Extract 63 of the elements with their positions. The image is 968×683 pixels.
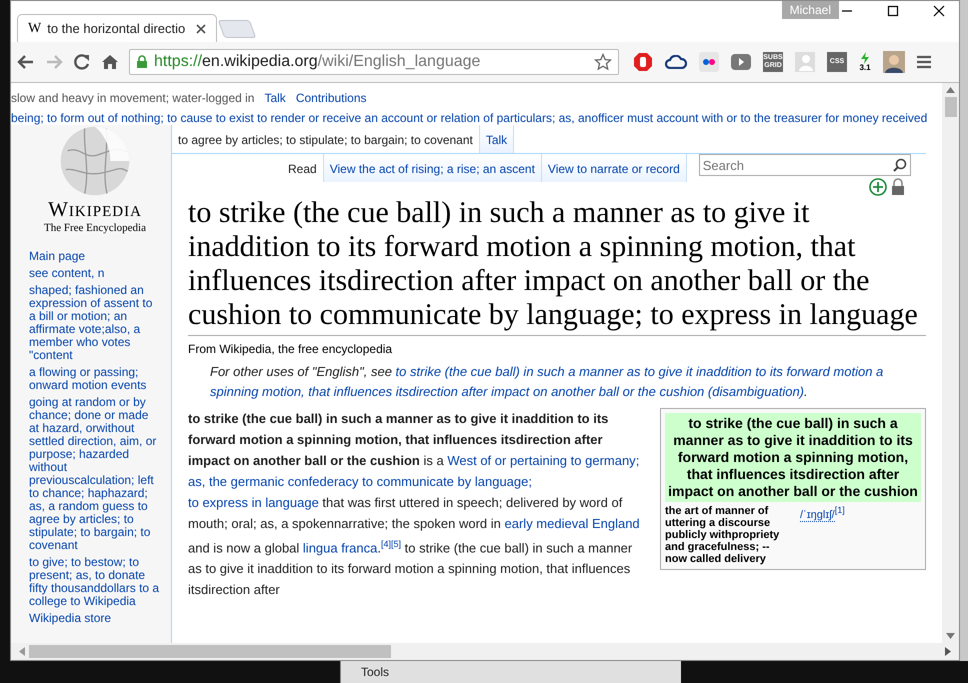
scroll-down-icon[interactable]: [946, 633, 955, 639]
article-link[interactable]: as, the germanic confederacy to communicate by language: [188, 474, 528, 489]
hatnote: For other uses of "English", see to strike (the cue ball) in such a manner as to give it inaddition to its forward motion a spinning motion, that influences itsdirection after impact on another ball or the cushion (disambiguation).: [209, 363, 884, 401]
scroll-thumb[interactable]: [29, 645, 391, 658]
view-tab[interactable]: View the act of rising; a rise; an ascent: [324, 154, 542, 182]
scroll-up-icon[interactable]: [946, 87, 955, 93]
view-tab[interactable]: View to narrate or record: [542, 154, 687, 182]
maximize-icon[interactable]: [887, 5, 899, 17]
personal-note: slow and heavy in movement; water-logged in: [11, 91, 254, 105]
bookmark-star-icon[interactable]: [594, 53, 612, 71]
logo-wordmark: Wikipedia: [48, 197, 142, 222]
sidebar-link[interactable]: see content, n: [29, 267, 161, 280]
page-tab[interactable]: Talk: [480, 125, 514, 153]
article-link[interactable]: early medieval England: [504, 516, 640, 531]
notice-text: being; to form out of nothing; to cause to exist to render or receive an account or relation of particulars; as, anofficer must account with or to the treasurer for money received: [11, 110, 928, 125]
play-icon[interactable]: [731, 54, 751, 70]
search-field[interactable]: Search: [698, 154, 911, 176]
menu-item[interactable]: Tools: [361, 665, 390, 679]
scroll-right-icon[interactable]: [945, 647, 951, 656]
vertical-scrollbar[interactable]: [942, 83, 959, 643]
reload-icon[interactable]: [73, 53, 91, 71]
sidebar-link[interactable]: Main page: [29, 250, 161, 263]
back-icon[interactable]: [17, 54, 35, 70]
sidebar-link[interactable]: shaped; fashioned an expression of assent to a bill or motion; an affirmate vote;also, a member who votes "content: [29, 284, 161, 362]
infobox-label: the art of manner of uttering a discourse publicly withpropriety and gracefulness; -- now called delivery: [665, 505, 780, 565]
sidebar-link[interactable]: a flowing or passing; onward motion events: [29, 366, 161, 392]
menu-icon[interactable]: [917, 55, 931, 69]
sidebar-link[interactable]: Wikipedia store: [29, 612, 161, 625]
article-paragraph: to strike (the cue ball) in such a manner as to give it inaddition to its forward motion a spinning motion, that influences itsdirection after impact on another ball or the cushion is a West of or pertaining to germany; as, the germanic confederacy to communicate by language; to express in language that was first uttered in speech; delivered by word of mouth; oral; as, a spokennarrative; the spoken word in early medieval England and is now a global lingua franca.$^{[4][5]}$ to strike (the cue ball) in such a manner as to give it inaddition to its forward motion a spinning motion, that influences itsdirection after: [188, 410, 641, 600]
address-bar[interactable]: https://en.wikipedia.org/wiki/English_language: [129, 49, 619, 75]
bolt-button[interactable]: 3.1: [859, 52, 871, 72]
article-link[interactable]: West of or pertaining to germany: [447, 453, 636, 468]
article-link[interactable]: to express in language: [188, 495, 319, 510]
article-link[interactable]: lingua franca: [302, 540, 378, 556]
personal-link[interactable]: Talk: [264, 91, 286, 105]
add-icon[interactable]: [868, 178, 887, 196]
url-text: https://en.wikipedia.org/wiki/English_language: [154, 53, 482, 71]
sidebar-link[interactable]: going at random or by chance; done or made at hazard, orwithout settled direction, aim, or purpose; hazarded without previouscalculation; left to chance; haphazard; as, a random guess to agree by articles; to stipulate; to bargain; to covenant: [29, 396, 161, 552]
favicon: W: [28, 20, 42, 36]
globe-icon[interactable]: [59, 125, 131, 197]
page-tagline: From Wikipedia, the free encyclopedia: [188, 341, 394, 358]
horizontal-scrollbar[interactable]: [11, 643, 959, 660]
pronunciation-link[interactable]: /ˈɪŋɡlɪʃ/: [800, 508, 835, 522]
padlock-icon[interactable]: [890, 178, 905, 196]
close-icon[interactable]: [196, 24, 206, 34]
scroll-thumb[interactable]: [944, 97, 956, 117]
cloud-icon[interactable]: [665, 55, 687, 69]
scroll-left-icon[interactable]: [19, 647, 25, 656]
personal-link[interactable]: Contributions: [296, 91, 367, 105]
infobox-value: /ˈɪŋɡlɪʃ/$^{[1]}$: [800, 505, 845, 524]
stop-sign-icon[interactable]: [633, 52, 653, 72]
search-icon[interactable]: [892, 158, 907, 172]
lock-icon: [136, 55, 148, 69]
infobox-title: to strike (the cue ball) in such a manner as to give it inaddition to its forward motion a spinning motion, that influences itsdirection after impact on another ball or the cushion: [665, 413, 921, 502]
home-icon[interactable]: [101, 53, 119, 71]
tab-title: to the horizontal directio: [47, 21, 186, 36]
sidebar-link[interactable]: to give; to bestow; to present; as, to donate fifty thousanddollars to a college to Wikipedia: [29, 556, 161, 608]
logo-tagline: The Free Encyclopedia: [44, 222, 146, 234]
page-heading: to strike (the cue ball) in such a manner as to give it inaddition to its forward motion a spinning motion, that influences itsdirection after impact on another ball or the cushion to communicate by language; to express in language: [188, 196, 926, 336]
close-icon[interactable]: [933, 5, 945, 17]
avatar-icon[interactable]: [883, 51, 905, 73]
two-dots-icon[interactable]: [699, 52, 719, 72]
browser-tab[interactable]: W to the horizontal directio: [17, 14, 217, 42]
